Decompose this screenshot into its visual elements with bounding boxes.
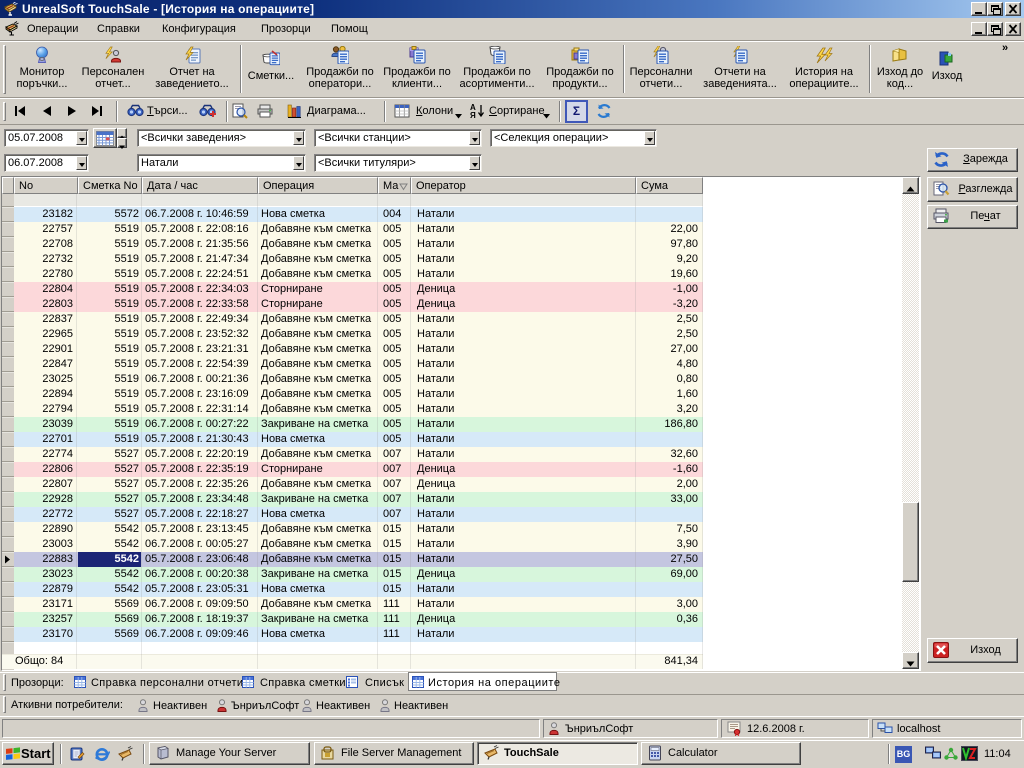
svg-text:Я: Я [470,111,476,120]
